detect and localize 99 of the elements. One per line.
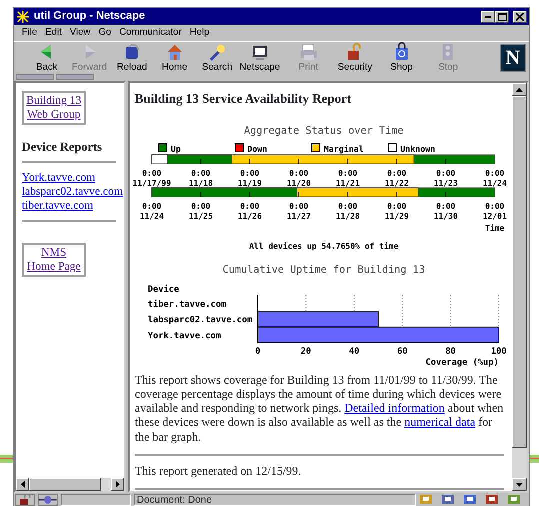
tick-date: 11/30 (434, 212, 458, 221)
report-link[interactable]: Detailed information (344, 401, 445, 416)
tick-date: 11/17/99 (132, 178, 172, 188)
maximize-button[interactable] (495, 10, 509, 22)
tick-time: 0:00 (485, 202, 505, 211)
back-button[interactable]: Back (26, 42, 68, 74)
axis-label: Time (485, 224, 505, 233)
security-button[interactable]: Security (334, 42, 376, 74)
tick-date: 11/19 (238, 178, 262, 188)
tick-label: 80 (446, 346, 456, 357)
search-button[interactable]: Search (196, 42, 238, 74)
background-stripe (530, 455, 539, 463)
tick-label: 60 (397, 346, 408, 357)
netscape-logo: N (500, 44, 526, 72)
netscape-app-icon (16, 10, 30, 24)
tick-time: 0:00 (191, 168, 211, 178)
device-link[interactable]: labsparc02.tavve.com (22, 185, 124, 199)
tick-date: 11/18 (188, 178, 214, 188)
tick-date: 11/27 (286, 212, 312, 221)
netscape-button[interactable]: Netscape (238, 42, 281, 74)
window-title: util Group - Netscape (34, 9, 146, 24)
left-arrow-icon (20, 481, 24, 488)
category-label: tiber.tavve.com (148, 300, 226, 310)
status-text: Document: Done (134, 494, 416, 506)
reload-button[interactable]: Reload (111, 42, 154, 74)
device-link[interactable]: York.tavve.com (22, 171, 96, 185)
generated-date-text: This report generated on 12/15/99. (135, 464, 302, 478)
shop-button[interactable]: Shop (380, 42, 423, 74)
tick-time: 0:00 (387, 202, 407, 211)
horizontal-scrollbar[interactable] (16, 478, 124, 491)
tick-time: 0:00 (240, 202, 260, 211)
tick-date: 11/21 (336, 178, 360, 188)
report-description: This report shows coverage for Building 13 from 11/01/99 to 11/30/99. The coverage percentage displays the amount of time during which devices were available and responding to network pings. Detailed information about when these devices were down is also available as well as the numerical data for the bar graph. (135, 372, 505, 444)
tick-date: 11/24 (140, 212, 164, 221)
tick-date: 11/28 (336, 212, 360, 221)
background-stripe (0, 455, 13, 463)
chart-title: Aggregate Status over Time (244, 126, 404, 137)
tick-date: 11/22 (384, 178, 410, 188)
home-button[interactable]: Home (154, 42, 196, 74)
summary-text: All devices up 54.7650% of time (249, 242, 399, 251)
connection-icon (39, 496, 57, 504)
minimize-icon (485, 16, 491, 18)
menu-item[interactable]: Help (186, 25, 214, 41)
tick-time: 0:00 (142, 202, 162, 211)
tick-time: 0:00 (387, 168, 407, 178)
tick-date: 11/29 (384, 212, 410, 221)
tick-time: 0:00 (338, 202, 358, 211)
maximize-icon (498, 12, 506, 20)
tick-label: 40 (349, 346, 360, 357)
tick-time: 0:00 (485, 168, 505, 178)
home-link[interactable]: NMS Home Page (26, 246, 82, 274)
tick-date: 12/01 (482, 212, 508, 221)
scroll-thumb[interactable] (29, 478, 101, 491)
down-arrow-icon (516, 482, 523, 486)
tick-time: 0:00 (289, 168, 309, 178)
axis-title: Coverage (%up) (426, 358, 499, 368)
menu-item[interactable]: Communicator (115, 25, 186, 41)
legend-label: Up (171, 144, 181, 154)
tick-date: 11/25 (188, 212, 214, 221)
minimize-button[interactable] (481, 10, 495, 22)
right-arrow-icon (116, 481, 120, 488)
tick-time: 0:00 (436, 202, 456, 211)
legend-label: Unknown (400, 144, 436, 154)
tick-time: 0:00 (240, 168, 260, 178)
report-title: Building 13 Service Availability Report (135, 91, 352, 107)
menu-item[interactable]: Go (94, 25, 116, 41)
tick-date: 11/20 (286, 178, 312, 188)
category-label: York.tavve.com (148, 331, 222, 341)
scroll-left-button[interactable] (16, 478, 29, 491)
scroll-up-button[interactable] (512, 83, 527, 96)
close-button[interactable] (513, 10, 527, 22)
tick-label: 0 (255, 346, 261, 357)
device-link[interactable]: tiber.tavve.com (22, 199, 94, 213)
printer-icon (298, 42, 319, 62)
tick-time: 0:00 (142, 168, 162, 178)
legend-label: Marginal (324, 144, 364, 154)
menu-item[interactable]: File (18, 25, 42, 41)
chart-title: Cumulative Uptime for Building 13 (222, 264, 426, 276)
tick-date: 11/26 (238, 212, 262, 221)
tick-date: 11/24 (482, 178, 508, 188)
menu-item[interactable]: View (66, 25, 95, 41)
tick-time: 0:00 (436, 168, 456, 178)
tick-time: 0:00 (338, 168, 358, 178)
group-link[interactable]: Building 13 Web Group (26, 94, 82, 122)
axis-title: Device (148, 284, 180, 295)
up-arrow-icon (516, 88, 523, 92)
scroll-right-button[interactable] (111, 478, 124, 491)
legend-label: Down (248, 144, 268, 154)
menu-item[interactable]: Edit (41, 25, 66, 41)
tick-label: 100 (491, 346, 507, 357)
tick-time: 0:00 (289, 202, 309, 211)
category-label: labsparc02.tavve.com (148, 315, 253, 326)
report-link[interactable]: numerical data (404, 415, 476, 430)
scroll-down-button[interactable] (512, 478, 527, 491)
tick-date: 11/23 (434, 178, 458, 188)
close-icon (516, 12, 524, 20)
tick-time: 0:00 (191, 202, 211, 211)
tick-label: 20 (300, 346, 312, 357)
section-heading: Device Reports (22, 140, 104, 154)
